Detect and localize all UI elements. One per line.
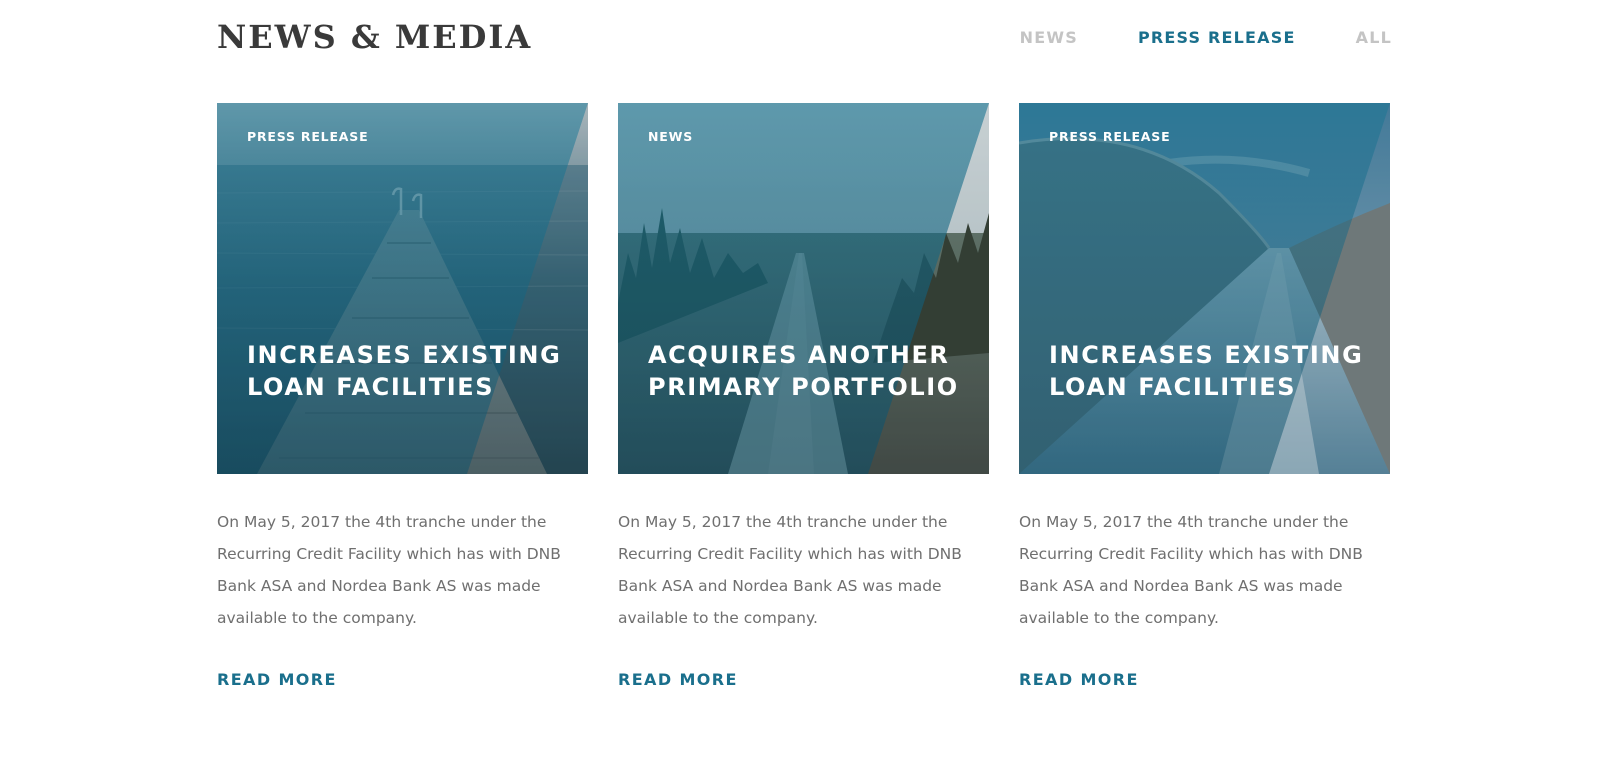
card-excerpt: On May 5, 2017 the 4th tranche under the…: [217, 513, 561, 627]
filter-press-release[interactable]: PRESS RELEASE: [1138, 28, 1296, 47]
card-image-road[interactable]: NEWS ACQUIRES ANOTHER PRIMARY PORTFOLIO: [618, 103, 989, 474]
card-image-canal[interactable]: PRESS RELEASE INCREASES EXISTING LOAN FA…: [1019, 103, 1390, 474]
card-excerpt: On May 5, 2017 the 4th tranche under the…: [618, 513, 962, 627]
filter-all[interactable]: ALL: [1356, 28, 1392, 47]
news-card-list: PRESS RELEASE INCREASES EXISTING LOAN FA…: [217, 103, 1390, 689]
filter-news[interactable]: NEWS: [1020, 28, 1078, 47]
card-excerpt: On May 5, 2017 the 4th tranche under the…: [1019, 513, 1363, 627]
news-card: PRESS RELEASE INCREASES EXISTING LOAN FA…: [217, 103, 588, 689]
pier-photo: [217, 103, 588, 474]
read-more-link[interactable]: READ MORE: [217, 670, 337, 689]
news-card: NEWS ACQUIRES ANOTHER PRIMARY PORTFOLIO …: [618, 103, 989, 689]
card-image-pier[interactable]: PRESS RELEASE INCREASES EXISTING LOAN FA…: [217, 103, 588, 474]
read-more-link[interactable]: READ MORE: [1019, 670, 1139, 689]
card-title[interactable]: INCREASES EXISTING LOAN FACILITIES: [247, 339, 567, 403]
card-category: PRESS RELEASE: [247, 129, 369, 144]
card-title[interactable]: ACQUIRES ANOTHER PRIMARY PORTFOLIO: [648, 339, 968, 403]
canal-photo: [1019, 103, 1390, 474]
card-title[interactable]: INCREASES EXISTING LOAN FACILITIES: [1049, 339, 1369, 403]
news-media-section: NEWS & MEDIA NEWS PRESS RELEASE ALL PRES…: [0, 0, 1609, 763]
page-title: NEWS & MEDIA: [217, 18, 533, 56]
road-photo: [618, 103, 989, 474]
news-card: PRESS RELEASE INCREASES EXISTING LOAN FA…: [1019, 103, 1390, 689]
card-category: NEWS: [648, 129, 693, 144]
read-more-link[interactable]: READ MORE: [618, 670, 738, 689]
card-category: PRESS RELEASE: [1049, 129, 1171, 144]
filter-nav: NEWS PRESS RELEASE ALL: [1020, 28, 1392, 47]
